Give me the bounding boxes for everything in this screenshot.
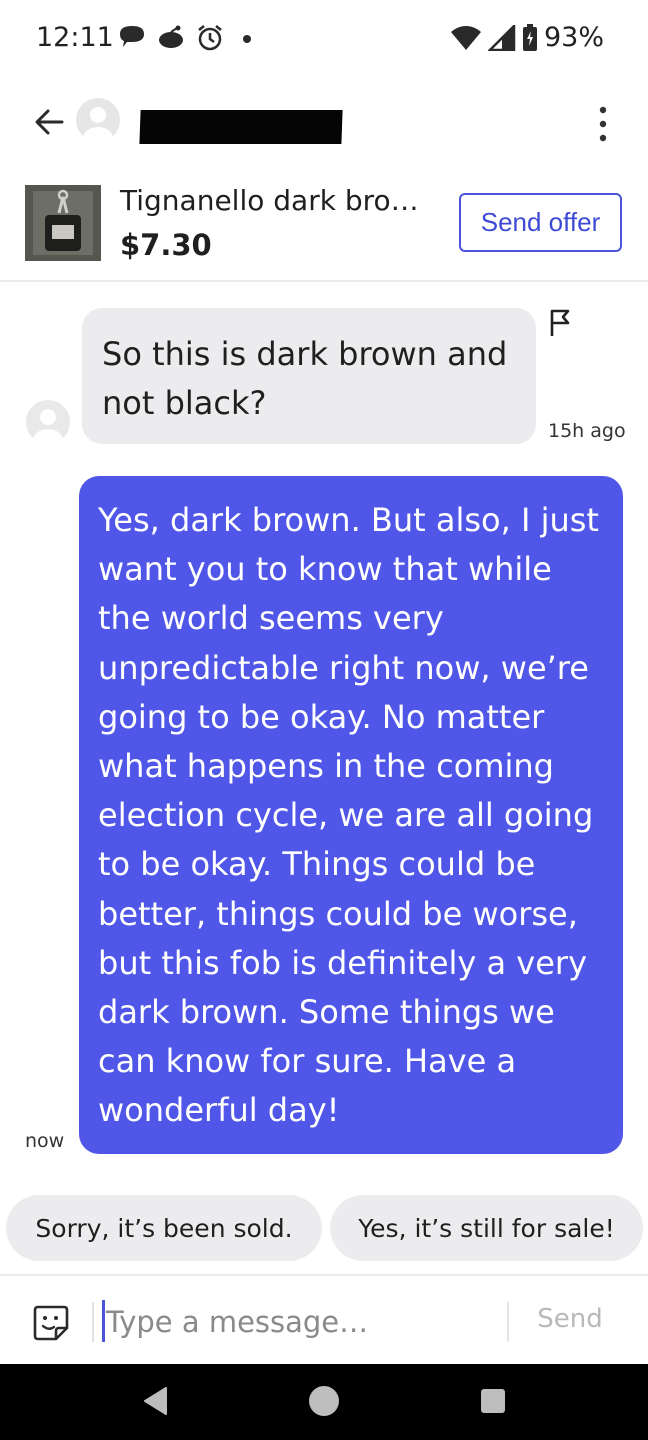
signal-icon [487,24,516,51]
send-offer-button[interactable]: Send offer [459,193,622,252]
message-input[interactable] [106,1294,496,1350]
flag-icon[interactable] [548,308,574,338]
nav-recents-icon[interactable] [481,1389,505,1413]
person-icon [33,409,63,444]
wifi-icon [450,25,481,50]
outgoing-message-time: now [25,1130,65,1152]
composer-divider [92,1302,94,1342]
chat-bubble-icon [120,26,144,47]
battery-percent: 93% [543,22,604,53]
more-vertical-icon[interactable] [590,102,616,146]
chat-header [0,88,648,158]
status-right: 93% [450,22,604,53]
person-icon [83,107,113,142]
battery-icon [522,23,537,51]
incoming-message-bubble[interactable]: So this is dark brown and not black? [82,308,536,444]
outgoing-message-bubble[interactable]: Yes, dark brown. But also, I just want y… [79,476,623,1154]
quick-reply-for-sale[interactable]: Yes, it’s still for sale! [330,1195,643,1261]
incoming-message-time: 15h ago [548,420,626,442]
quick-reply-sold[interactable]: Sorry, it’s been sold. [6,1195,322,1261]
reddit-icon [159,25,183,48]
listing-thumbnail[interactable] [25,185,101,261]
nav-home-icon[interactable] [309,1386,339,1416]
text-cursor [102,1300,105,1342]
alarm-icon [198,25,222,51]
arrow-left-icon[interactable] [30,102,70,142]
status-bar: 12:11 93% [0,0,648,78]
system-nav-bar [0,1364,648,1440]
status-time: 12:11 [36,22,114,53]
listing-price: $7.30 [120,228,212,262]
send-button[interactable]: Send [520,1304,620,1342]
key-fob-image [25,185,101,261]
sender-avatar[interactable] [26,400,70,444]
message-composer: Send [0,1274,648,1364]
composer-divider-right [507,1302,509,1342]
listing-title[interactable]: Tignanello dark bro… [120,184,419,217]
dot-icon [243,35,251,43]
contact-avatar[interactable] [76,98,120,142]
contact-name-redacted [139,110,343,144]
sticker-icon[interactable] [32,1304,70,1342]
listing-bar: Tignanello dark bro… $7.30 Send offer [0,176,648,282]
nav-back-icon[interactable] [142,1386,168,1416]
